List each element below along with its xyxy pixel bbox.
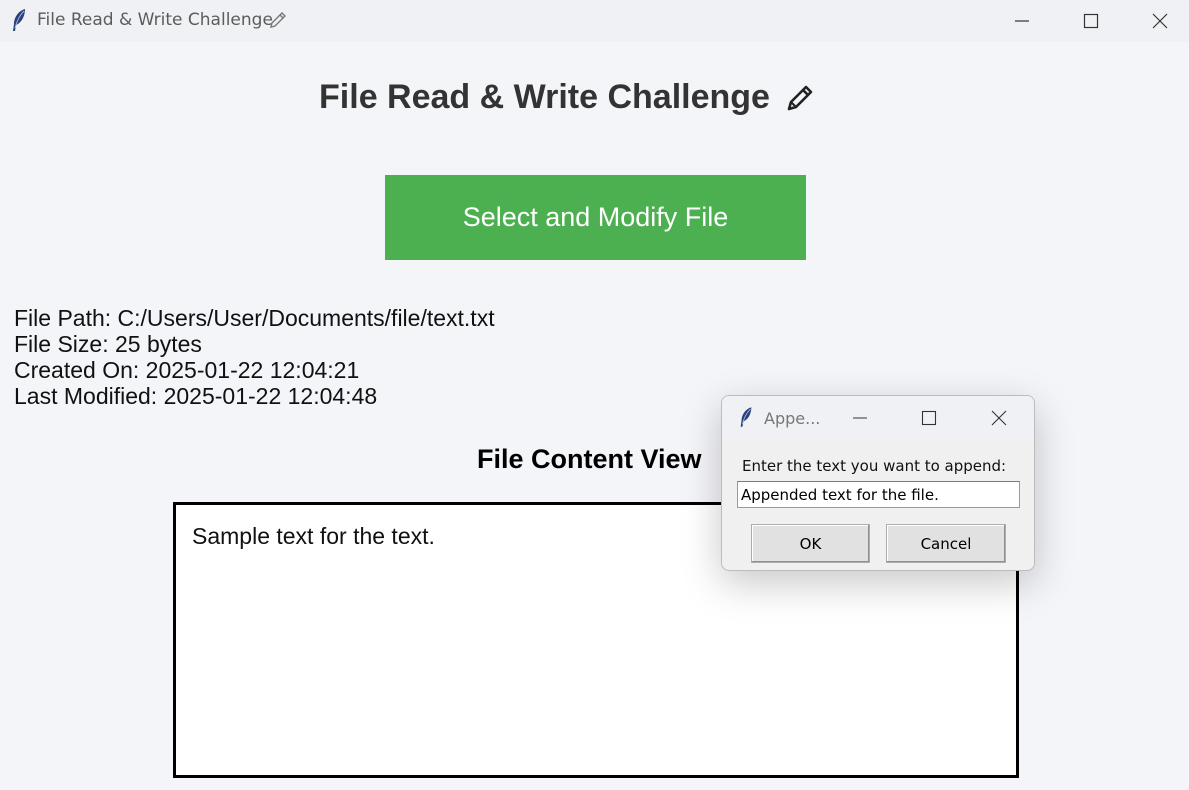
file-info: File Path: C:/Users/User/Documents/file/… xyxy=(14,305,495,409)
minimize-icon xyxy=(1015,20,1029,22)
last-modified-label: Last Modified: 2025-01-22 12:04:48 xyxy=(14,383,378,409)
window-titlebar: File Read & Write Challenge xyxy=(0,0,1189,42)
dialog-title: Appe... xyxy=(764,409,821,428)
file-path-label: File Path: C:/Users/User/Documents/file/… xyxy=(14,305,495,331)
dialog-minimize-button[interactable] xyxy=(840,400,880,436)
append-prompt-label: Enter the text you want to append: xyxy=(742,457,1007,475)
dialog-maximize-button[interactable] xyxy=(909,400,949,436)
close-button[interactable] xyxy=(1125,0,1189,42)
maximize-button[interactable] xyxy=(1056,0,1126,42)
page-title: File Read & Write Challenge xyxy=(319,78,770,116)
ok-button[interactable]: OK xyxy=(751,524,870,563)
cancel-button[interactable]: Cancel xyxy=(886,524,1006,563)
append-dialog: Appe... Enter the text you want to appen… xyxy=(721,395,1035,571)
page-heading: File Read & Write Challenge xyxy=(0,78,1189,117)
minimize-button[interactable] xyxy=(987,0,1057,42)
pencil-icon xyxy=(270,12,286,28)
window-title: File Read & Write Challenge xyxy=(37,10,273,30)
feather-icon xyxy=(13,9,25,31)
dialog-titlebar: Appe... xyxy=(722,396,1034,440)
maximize-icon xyxy=(1083,13,1099,29)
file-content-text: Sample text for the text. xyxy=(192,523,435,549)
append-text-input[interactable] xyxy=(737,481,1020,508)
close-icon xyxy=(991,410,1007,426)
minimize-icon xyxy=(853,417,867,419)
created-on-label: Created On: 2025-01-22 12:04:21 xyxy=(14,357,360,383)
content-view-title: File Content View xyxy=(477,444,702,474)
maximize-icon xyxy=(921,410,937,426)
feather-icon xyxy=(740,407,752,427)
close-icon xyxy=(1152,13,1168,29)
select-modify-file-button[interactable]: Select and Modify File xyxy=(385,175,806,260)
file-size-label: File Size: 25 bytes xyxy=(14,331,202,357)
pencil-icon xyxy=(787,85,813,110)
dialog-close-button[interactable] xyxy=(979,400,1019,436)
